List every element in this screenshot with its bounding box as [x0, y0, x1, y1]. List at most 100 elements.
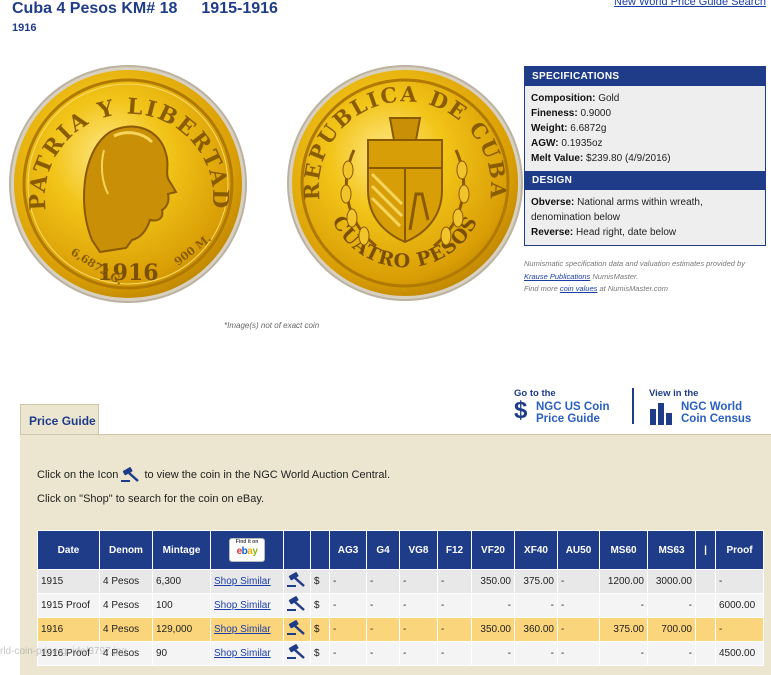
table-row: 1915 Proof 4 Pesos 100 Shop Similar $ - - - - - - -…	[37, 593, 764, 618]
shop-similar-link[interactable]: Shop Similar	[210, 593, 284, 618]
auction-gavel-icon[interactable]	[283, 569, 311, 594]
table-row: 1915 4 Pesos 6,300 Shop Similar $ - - - -350.00 3…	[37, 569, 764, 594]
spec-note-suffix: at NumisMaster.com	[597, 284, 668, 293]
row-ms63: 700.00	[647, 617, 696, 642]
shop-similar-link[interactable]: Shop Similar	[210, 569, 284, 594]
page-title: Cuba 4 Pesos KM# 18 1915-1916	[12, 0, 278, 18]
row-ms63: 3000.00	[647, 569, 696, 594]
row-mintage: 6,300	[152, 569, 211, 594]
row-vf20: 350.00	[471, 569, 515, 594]
auction-gavel-icon[interactable]	[283, 641, 311, 666]
auction-gavel-icon	[121, 467, 140, 482]
col-g4: G4	[366, 530, 400, 570]
watermark-text: rld-coin-price-guide/3797.jpg	[0, 646, 127, 657]
col-auction	[283, 530, 311, 570]
row-mintage: 90	[152, 641, 211, 666]
row-g4: -	[366, 617, 400, 642]
row-separator	[695, 569, 716, 594]
design-heading: DESIGN	[525, 171, 765, 190]
coin-years: 1915-1916	[201, 0, 278, 17]
link-divider	[632, 388, 634, 424]
row-au50: -	[557, 569, 600, 594]
row-xf40: 360.00	[514, 617, 558, 642]
design-list: Obverse: National arms within wreath, de…	[525, 190, 765, 245]
spec-source-note: Numismatic specification data and valuat…	[524, 258, 769, 296]
row-xf40: -	[514, 593, 558, 618]
instruction-shop: Click on "Shop" to search for the coin o…	[37, 493, 265, 505]
row-separator	[695, 641, 716, 666]
price-history-link[interactable]: $	[310, 569, 330, 594]
price-history-link[interactable]: $	[310, 641, 330, 666]
row-ms63: -	[647, 641, 696, 666]
row-ag3: -	[329, 641, 367, 666]
shop-similar-link[interactable]: Shop Similar	[210, 617, 284, 642]
col-denom: Denom	[99, 530, 153, 570]
instruction-auction-prefix: Click on the Icon	[37, 468, 119, 481]
coin-name: Cuba 4 Pesos KM# 18	[12, 0, 178, 17]
spec-note-line1: Numismatic specification data and valuat…	[524, 259, 745, 268]
instruction-auction-suffix: to view the coin in the NGC World Auctio…	[144, 468, 391, 481]
col-ebay: Find it on ebay	[210, 530, 284, 570]
table-row: 1916 Proof 4 Pesos 90 Shop Similar $ - - - - - - - -…	[37, 641, 764, 666]
us-link-line1: NGC US Coin	[536, 401, 610, 413]
new-world-price-guide-search-link[interactable]: New World Price Guide Search	[614, 0, 766, 8]
col-f12: F12	[437, 530, 472, 570]
world-link-line2: Coin Census	[681, 413, 752, 425]
row-vg8: -	[399, 617, 438, 642]
row-denom: 4 Pesos	[99, 569, 153, 594]
row-date: 1915	[37, 569, 100, 594]
row-separator	[695, 593, 716, 618]
row-mintage: 100	[152, 593, 211, 618]
world-census-goto-label: View in the	[649, 388, 699, 399]
row-denom: 4 Pesos	[99, 593, 153, 618]
col-ms60: MS60	[599, 530, 648, 570]
row-g4: -	[366, 569, 400, 594]
auction-gavel-icon[interactable]	[283, 617, 311, 642]
row-date: 1916	[37, 617, 100, 642]
spec-agw: AGW: 0.1935oz	[531, 138, 603, 149]
row-ag3: -	[329, 593, 367, 618]
row-au50: -	[557, 641, 600, 666]
tab-price-guide[interactable]: Price Guide	[20, 404, 99, 434]
row-f12: -	[437, 569, 472, 594]
row-ms60: 1200.00	[599, 569, 648, 594]
krause-publications-link[interactable]: Krause Publications	[524, 272, 590, 281]
row-f12: -	[437, 593, 472, 618]
specifications-panel: SPECIFICATIONS Composition: Gold Finenes…	[524, 66, 766, 246]
bar-chart-icon	[650, 403, 672, 425]
row-au50: -	[557, 617, 600, 642]
row-xf40: 375.00	[514, 569, 558, 594]
design-obverse: Obverse: National arms within wreath, de…	[531, 197, 703, 223]
row-proof: 6000.00	[715, 593, 764, 618]
col-proof: Proof	[715, 530, 764, 570]
row-ms60: 375.00	[599, 617, 648, 642]
spec-note-prefix: Find more	[524, 284, 560, 293]
row-g4: -	[366, 641, 400, 666]
row-vf20: -	[471, 641, 515, 666]
row-vg8: -	[399, 641, 438, 666]
world-link-line1: NGC World	[681, 401, 743, 413]
shop-similar-link[interactable]: Shop Similar	[210, 641, 284, 666]
col-dollar	[310, 530, 330, 570]
dollar-icon: $	[514, 397, 528, 424]
row-mintage: 129,000	[152, 617, 211, 642]
price-guide-table: Date Denom Mintage Find it on ebay AG3 G4…	[37, 530, 764, 666]
spec-composition: Composition: Gold	[531, 93, 620, 104]
col-au50: AU50	[557, 530, 600, 570]
row-au50: -	[557, 593, 600, 618]
spec-melt-value: Melt Value: $239.80 (4/9/2016)	[531, 153, 671, 164]
row-vg8: -	[399, 593, 438, 618]
spec-fineness: Fineness: 0.9000	[531, 108, 612, 119]
spec-weight: Weight: 6.6872g	[531, 123, 607, 134]
auction-gavel-icon[interactable]	[283, 593, 311, 618]
image-disclaimer: *Image(s) not of exact coin	[224, 321, 320, 330]
price-history-link[interactable]: $	[310, 617, 330, 642]
row-g4: -	[366, 593, 400, 618]
col-vf20: VF20	[471, 530, 515, 570]
col-ms63: MS63	[647, 530, 696, 570]
price-history-link[interactable]: $	[310, 593, 330, 618]
specifications-list: Composition: Gold Fineness: 0.9000 Weigh…	[525, 86, 765, 171]
coin-values-link[interactable]: coin values	[560, 284, 598, 293]
col-date: Date	[37, 530, 100, 570]
specifications-heading: SPECIFICATIONS	[525, 67, 765, 86]
